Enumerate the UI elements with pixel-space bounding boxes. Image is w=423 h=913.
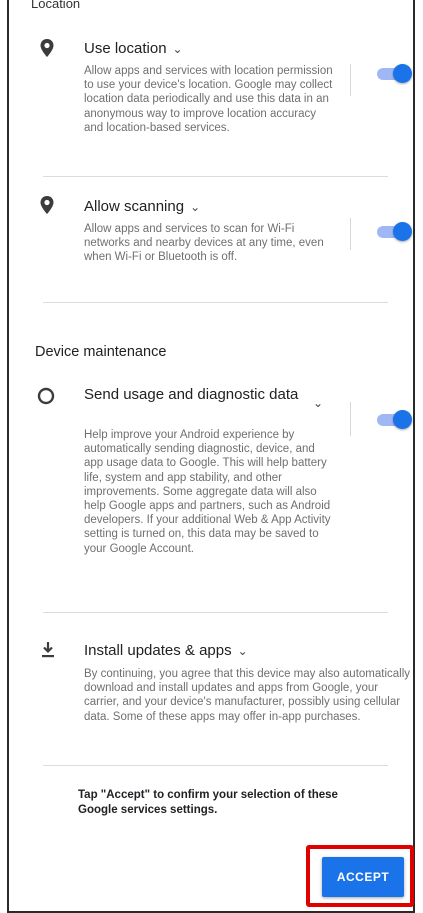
section-heading-location: Location <box>31 0 81 11</box>
item-divider <box>43 612 388 613</box>
divider <box>350 402 351 436</box>
use-location-title[interactable]: Use location ⌄ <box>84 40 183 57</box>
allow-scanning-label: Allow scanning <box>84 198 185 215</box>
location-pin-icon <box>40 196 54 214</box>
chevron-down-icon[interactable]: ⌄ <box>238 644 248 658</box>
toggle-knob <box>393 222 412 241</box>
send-usage-toggle[interactable] <box>377 410 412 429</box>
chevron-down-icon[interactable]: ⌄ <box>173 42 183 56</box>
section-heading-device-maintenance: Device maintenance <box>35 344 167 360</box>
allow-scanning-toggle[interactable] <box>377 222 412 241</box>
chevron-down-icon[interactable]: ⌄ <box>313 396 323 410</box>
item-divider <box>43 302 388 303</box>
use-location-label: Use location <box>84 40 167 57</box>
download-icon <box>42 642 54 658</box>
send-usage-description: Help improve your Android experience by … <box>84 429 331 555</box>
toggle-knob <box>393 64 412 83</box>
chevron-down-icon[interactable]: ⌄ <box>190 200 200 214</box>
divider <box>350 64 351 96</box>
allow-scanning-title[interactable]: Allow scanning ⌄ <box>84 198 200 215</box>
allow-scanning-description: Allow apps and services to scan for Wi-F… <box>84 223 324 264</box>
send-usage-title[interactable]: Send usage and diagnostic data <box>84 386 304 404</box>
use-location-description: Allow apps and services with location pe… <box>84 65 333 134</box>
confirm-text: Tap "Accept" to confirm your selection o… <box>78 789 338 816</box>
location-pin-icon <box>40 39 54 57</box>
accept-button[interactable]: ACCEPT <box>322 857 404 897</box>
item-divider <box>43 176 388 177</box>
install-updates-label: Install updates & apps <box>84 642 232 659</box>
divider <box>350 218 351 250</box>
install-updates-description: By continuing, you agree that this devic… <box>84 668 411 723</box>
use-location-toggle[interactable] <box>377 64 412 83</box>
circle-icon <box>37 387 55 405</box>
toggle-knob <box>393 410 412 429</box>
item-divider <box>43 765 388 766</box>
settings-panel: Location Use location ⌄ Allow apps and se… <box>7 0 415 913</box>
install-updates-title[interactable]: Install updates & apps ⌄ <box>84 642 248 659</box>
